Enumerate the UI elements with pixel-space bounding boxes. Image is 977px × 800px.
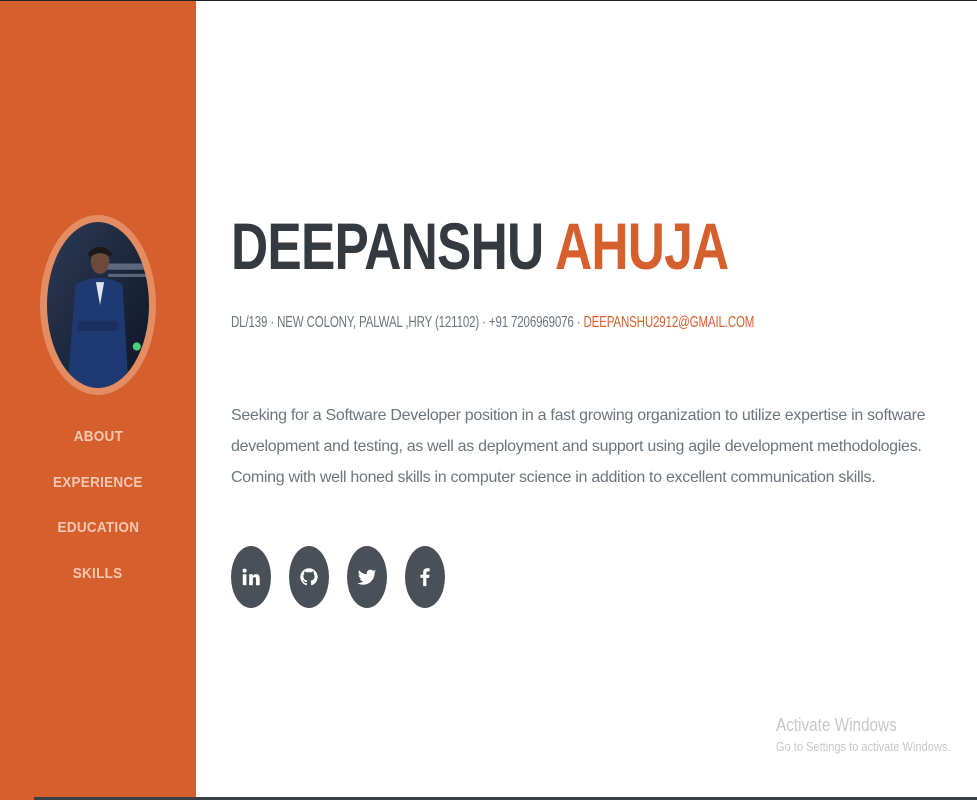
github-icon xyxy=(300,568,318,586)
page-title: DEEPANSHU AHUJA xyxy=(231,201,729,291)
facebook-button[interactable] xyxy=(405,546,445,608)
about-summary: Seeking for a Software Developer positio… xyxy=(231,407,926,486)
main-content: DEEPANSHU AHUJA DL/139 · NEW COLONY, PAL… xyxy=(231,1,977,800)
nav-link-experience[interactable]: EXPERIENCE xyxy=(53,471,143,495)
linkedin-icon xyxy=(242,568,260,586)
nav-link-education[interactable]: EDUCATION xyxy=(57,516,139,540)
sidebar: ABOUT EXPERIENCE EDUCATION SKILLS xyxy=(0,1,196,800)
profile-photo-image xyxy=(47,222,149,388)
nav-link-skills[interactable]: SKILLS xyxy=(73,562,123,586)
email-link[interactable]: DEEPANSHU2912@GMAIL.COM xyxy=(583,314,754,331)
twitter-icon xyxy=(357,569,377,585)
twitter-button[interactable] xyxy=(347,546,387,608)
last-name: AHUJA xyxy=(555,209,729,283)
nav-item-about: ABOUT xyxy=(0,425,196,471)
nav-item-experience: EXPERIENCE xyxy=(0,471,196,517)
social-icons xyxy=(231,546,445,608)
windows-activation-watermark: Activate Windows Go to Settings to activ… xyxy=(776,713,977,757)
profile-photo xyxy=(47,222,149,388)
github-button[interactable] xyxy=(289,546,329,608)
watermark-title: Activate Windows xyxy=(776,715,897,735)
linkedin-button[interactable] xyxy=(231,546,271,608)
nav-menu: ABOUT EXPERIENCE EDUCATION SKILLS xyxy=(0,425,196,607)
nav-link-about[interactable]: ABOUT xyxy=(73,425,122,449)
watermark-subtitle: Go to Settings to activate Windows. xyxy=(776,739,951,754)
nav-item-skills: SKILLS xyxy=(0,562,196,608)
address-phone: DL/139 · NEW COLONY, PALWAL ,HRY (121102… xyxy=(231,314,581,331)
facebook-icon xyxy=(420,568,430,587)
first-name: DEEPANSHU xyxy=(231,209,544,283)
contact-info: DL/139 · NEW COLONY, PALWAL ,HRY (121102… xyxy=(231,312,754,334)
page: ABOUT EXPERIENCE EDUCATION SKILLS DEEPAN… xyxy=(0,0,977,800)
nav-item-education: EDUCATION xyxy=(0,516,196,562)
avatar xyxy=(40,215,156,395)
